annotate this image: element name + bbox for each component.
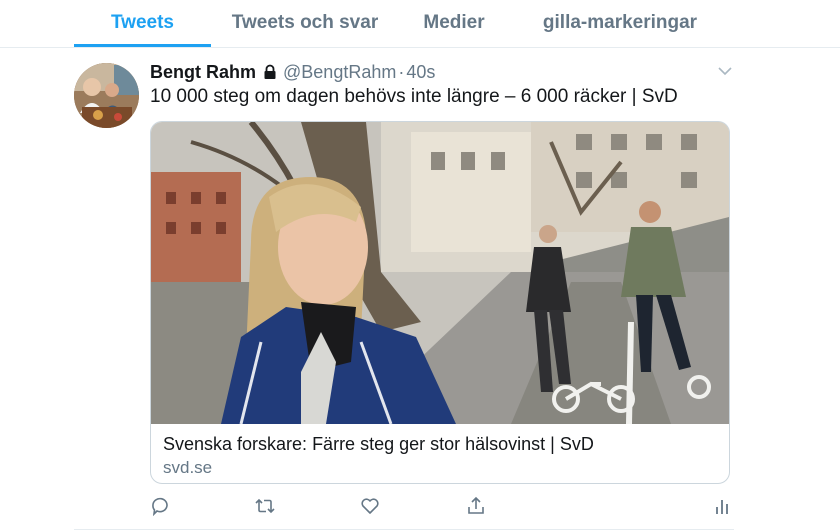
reply-icon[interactable] bbox=[150, 496, 170, 517]
tab-tweets[interactable]: Tweets bbox=[74, 0, 211, 47]
card-image bbox=[151, 122, 729, 425]
tweet[interactable]: Bengt Rahm @BengtRahm · 40s 10 000 steg … bbox=[0, 48, 840, 530]
tweet-header: Bengt Rahm @BengtRahm · 40s bbox=[150, 60, 435, 84]
like-icon[interactable] bbox=[360, 496, 380, 516]
active-tab-indicator bbox=[74, 44, 211, 47]
card-body: Svenska forskare: Färre steg ger stor hä… bbox=[163, 433, 719, 479]
tab-media-label: Medier bbox=[423, 12, 485, 33]
tweet-text: 10 000 steg om dagen behövs inte längre … bbox=[150, 86, 678, 107]
card-domain: svd.se bbox=[163, 458, 213, 477]
tweet-timestamp[interactable]: 40s bbox=[406, 62, 435, 83]
link-card[interactable]: Svenska forskare: Färre steg ger stor hä… bbox=[150, 121, 730, 484]
tab-likes[interactable]: gilla-markeringar bbox=[535, 0, 705, 46]
analytics-icon[interactable] bbox=[712, 496, 732, 516]
chevron-down-icon[interactable] bbox=[716, 64, 734, 78]
profile-tabs: Tweets Tweets och svar Medier gilla-mark… bbox=[0, 0, 840, 48]
share-icon[interactable] bbox=[466, 496, 486, 516]
card-title: Svenska forskare: Färre steg ger stor hä… bbox=[163, 434, 594, 454]
tab-tweets-and-replies[interactable]: Tweets och svar bbox=[224, 0, 386, 46]
author-handle[interactable]: @BengtRahm bbox=[283, 62, 396, 83]
avatar[interactable] bbox=[74, 63, 139, 128]
tab-likes-label: gilla-markeringar bbox=[542, 12, 698, 33]
separator: · bbox=[398, 61, 405, 82]
tab-tweets-label: Tweets bbox=[110, 12, 174, 33]
lock-icon bbox=[262, 64, 278, 80]
retweet-icon[interactable] bbox=[254, 496, 276, 516]
tab-tweets-and-replies-label: Tweets och svar bbox=[231, 12, 379, 33]
author-name[interactable]: Bengt Rahm bbox=[150, 62, 256, 83]
tab-media[interactable]: Medier bbox=[410, 0, 498, 46]
tweet-actions bbox=[150, 496, 730, 518]
